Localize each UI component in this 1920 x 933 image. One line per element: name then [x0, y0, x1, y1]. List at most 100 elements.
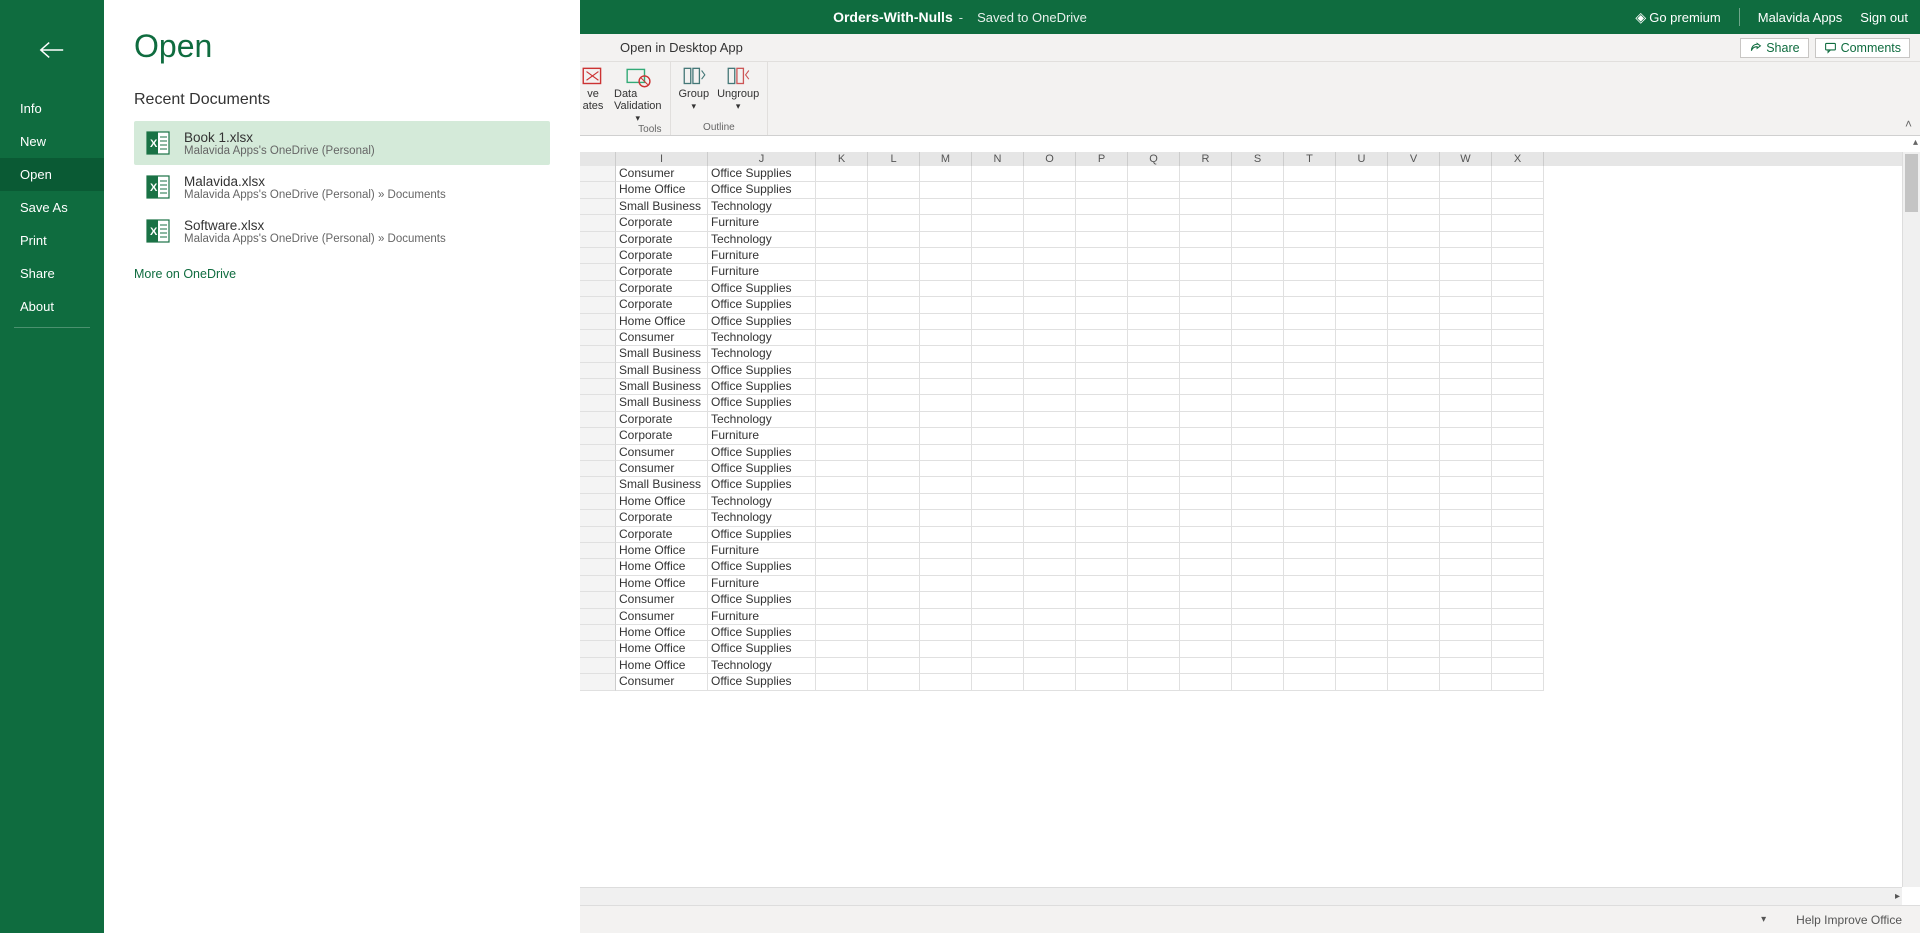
cell[interactable]: [1440, 510, 1492, 526]
cell[interactable]: [1076, 330, 1128, 346]
open-in-desktop-link[interactable]: Open in Desktop App: [620, 40, 743, 55]
cell[interactable]: [972, 527, 1024, 543]
cell[interactable]: [1024, 395, 1076, 411]
grid-row[interactable]: Home OfficeOffice Supplies: [580, 625, 1902, 641]
cell[interactable]: Corporate: [616, 428, 708, 444]
cell[interactable]: [920, 625, 972, 641]
cell[interactable]: [972, 363, 1024, 379]
cell[interactable]: [1492, 264, 1544, 280]
cell[interactable]: [972, 346, 1024, 362]
cell[interactable]: [1128, 346, 1180, 362]
cell[interactable]: [1128, 625, 1180, 641]
cell[interactable]: Furniture: [708, 264, 816, 280]
nav-open[interactable]: Open: [0, 158, 104, 191]
cell[interactable]: Office Supplies: [708, 461, 816, 477]
grid-row[interactable]: ConsumerOffice Supplies: [580, 592, 1902, 608]
cell[interactable]: [1128, 330, 1180, 346]
cell[interactable]: [1076, 658, 1128, 674]
cell[interactable]: Consumer: [616, 609, 708, 625]
cell[interactable]: [1440, 166, 1492, 182]
cell[interactable]: [1492, 412, 1544, 428]
cell[interactable]: [1128, 461, 1180, 477]
cell[interactable]: [1492, 395, 1544, 411]
cell[interactable]: [1492, 510, 1544, 526]
cell[interactable]: [1284, 494, 1336, 510]
cell[interactable]: [816, 477, 868, 493]
cell[interactable]: [1128, 674, 1180, 690]
share-button[interactable]: Share: [1740, 38, 1808, 58]
cell[interactable]: [1336, 592, 1388, 608]
cell[interactable]: [816, 461, 868, 477]
grid-row[interactable]: Home OfficeTechnology: [580, 658, 1902, 674]
grid-row[interactable]: Home OfficeOffice Supplies: [580, 314, 1902, 330]
cell[interactable]: [1128, 232, 1180, 248]
cell[interactable]: Small Business: [616, 363, 708, 379]
cell[interactable]: [1024, 477, 1076, 493]
cell[interactable]: [1232, 527, 1284, 543]
cell[interactable]: [920, 199, 972, 215]
cell[interactable]: [816, 379, 868, 395]
cell[interactable]: [1024, 363, 1076, 379]
cell[interactable]: [1336, 461, 1388, 477]
cell[interactable]: [1180, 281, 1232, 297]
column-header-T[interactable]: T: [1284, 152, 1336, 166]
cell[interactable]: [868, 412, 920, 428]
cell[interactable]: [1128, 477, 1180, 493]
cell[interactable]: [1492, 674, 1544, 690]
cell[interactable]: [868, 346, 920, 362]
cell[interactable]: [1388, 609, 1440, 625]
recent-doc-item[interactable]: XSoftware.xlsxMalavida Apps's OneDrive (…: [134, 209, 550, 253]
cell[interactable]: [1284, 461, 1336, 477]
cell[interactable]: [1492, 494, 1544, 510]
cell[interactable]: [1024, 641, 1076, 657]
cell[interactable]: [816, 445, 868, 461]
cell[interactable]: [1024, 264, 1076, 280]
cell[interactable]: [1180, 543, 1232, 559]
cell[interactable]: [1492, 576, 1544, 592]
cell[interactable]: Corporate: [616, 527, 708, 543]
cell[interactable]: Furniture: [708, 215, 816, 231]
cell[interactable]: [868, 609, 920, 625]
cell[interactable]: [1180, 625, 1232, 641]
cell[interactable]: [920, 543, 972, 559]
cell[interactable]: [1180, 576, 1232, 592]
cell[interactable]: [1336, 215, 1388, 231]
cell[interactable]: [1232, 641, 1284, 657]
cell[interactable]: [816, 559, 868, 575]
cell[interactable]: [868, 461, 920, 477]
cell[interactable]: [1076, 395, 1128, 411]
grid-row[interactable]: Small BusinessTechnology: [580, 346, 1902, 362]
cell[interactable]: [972, 477, 1024, 493]
nav-print[interactable]: Print: [0, 224, 104, 257]
grid-row[interactable]: CorporateFurniture: [580, 248, 1902, 264]
cell[interactable]: [1232, 477, 1284, 493]
cell[interactable]: [1024, 379, 1076, 395]
cell[interactable]: [1232, 609, 1284, 625]
cell[interactable]: [1232, 314, 1284, 330]
cell[interactable]: [1492, 477, 1544, 493]
cell[interactable]: [1440, 199, 1492, 215]
cell[interactable]: [1128, 166, 1180, 182]
grid-row[interactable]: Home OfficeOffice Supplies: [580, 182, 1902, 198]
cell[interactable]: [972, 166, 1024, 182]
cell[interactable]: [1336, 543, 1388, 559]
cell[interactable]: [868, 248, 920, 264]
cell[interactable]: [1180, 297, 1232, 313]
cell[interactable]: [920, 330, 972, 346]
cell[interactable]: [868, 395, 920, 411]
cell[interactable]: [1076, 494, 1128, 510]
cell[interactable]: [1076, 625, 1128, 641]
cell[interactable]: Corporate: [616, 510, 708, 526]
cell[interactable]: [972, 297, 1024, 313]
cell[interactable]: [1180, 182, 1232, 198]
cell[interactable]: [1440, 494, 1492, 510]
cell[interactable]: [920, 395, 972, 411]
cell[interactable]: [1336, 625, 1388, 641]
cell[interactable]: [816, 527, 868, 543]
cell[interactable]: [1232, 215, 1284, 231]
cell[interactable]: [1180, 674, 1232, 690]
cell[interactable]: [816, 264, 868, 280]
cell[interactable]: [1024, 592, 1076, 608]
cell[interactable]: Home Office: [616, 559, 708, 575]
cell[interactable]: [1024, 297, 1076, 313]
